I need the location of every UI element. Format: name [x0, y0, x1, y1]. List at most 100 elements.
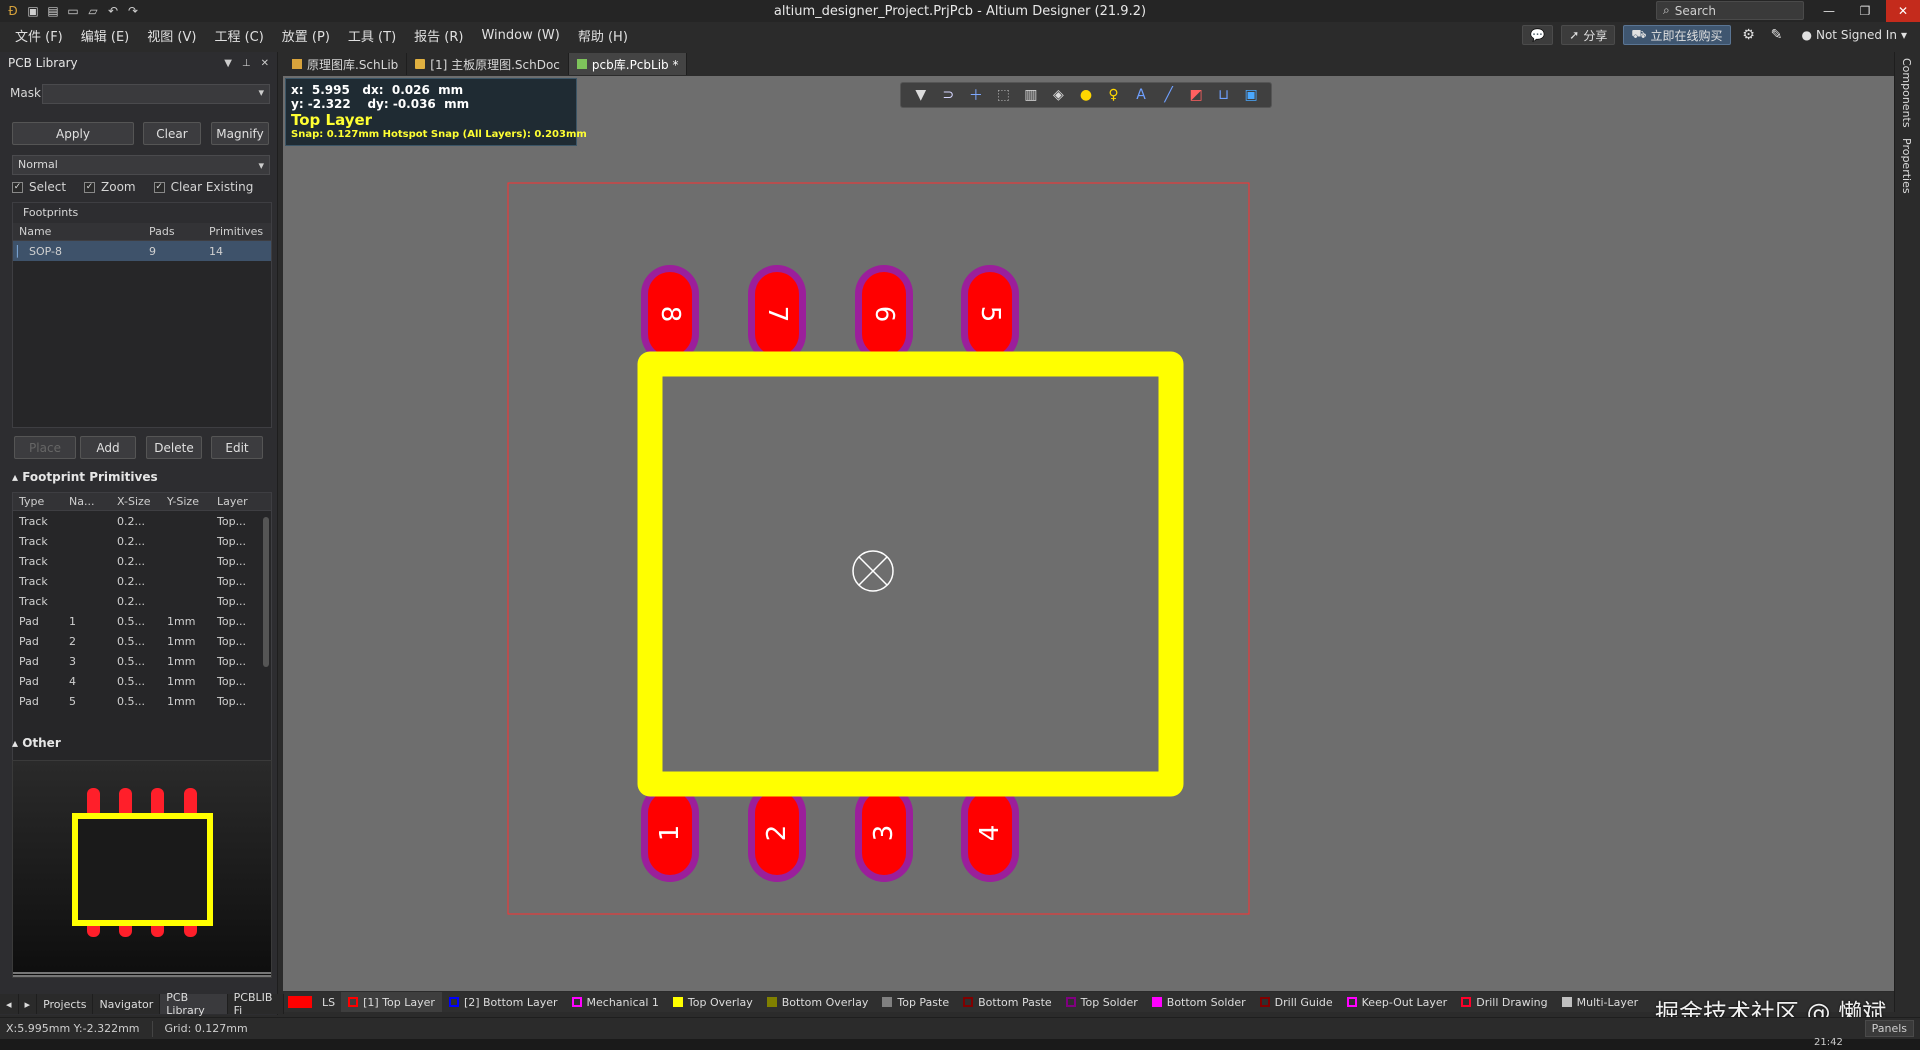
place-button[interactable]: Place — [14, 436, 76, 459]
layer-tab[interactable]: Bottom Overlay — [760, 992, 876, 1012]
panel-menu-icon[interactable]: ▼ — [224, 58, 232, 69]
route-icon[interactable]: ⊃ — [938, 85, 958, 105]
table-row[interactable]: Track 0.2... Top... — [13, 591, 271, 611]
minimize-button[interactable]: — — [1812, 0, 1846, 22]
save-icon[interactable]: ▣ — [26, 4, 40, 18]
menu-help[interactable]: 帮助 (H) — [569, 26, 637, 45]
via-icon[interactable]: ♀ — [1103, 85, 1123, 105]
menu-place[interactable]: 放置 (P) — [273, 26, 339, 45]
current-layer-swatch[interactable] — [288, 996, 312, 1008]
layer-tab[interactable]: Bottom Paste — [956, 992, 1059, 1012]
table-row[interactable]: Track 0.2... Top... — [13, 571, 271, 591]
pad-icon[interactable]: ● — [1076, 85, 1096, 105]
crosshair-icon[interactable]: ＋ — [966, 85, 986, 105]
layer-tab[interactable]: Mechanical 1 — [565, 992, 666, 1012]
table-row[interactable]: Pad 4 0.5... 1mm Top... — [13, 671, 271, 691]
menu-tools[interactable]: 工具 (T) — [339, 26, 405, 45]
search-box[interactable]: ⌕ Search — [1656, 1, 1804, 20]
pad-2[interactable]: 2 — [748, 784, 806, 882]
align-icon[interactable]: ▥ — [1021, 85, 1041, 105]
panel-tab-pcb-library[interactable]: PCB Library — [160, 991, 228, 1017]
table-row[interactable]: Pad 1 0.5... 1mm Top... — [13, 611, 271, 631]
share-button[interactable]: ➚ 分享 — [1561, 25, 1616, 45]
table-row[interactable]: Pad 3 0.5... 1mm Top... — [13, 651, 271, 671]
delete-button[interactable]: Delete — [146, 436, 202, 459]
panel-tab-pcblib-filter[interactable]: PCBLIB Fi — [228, 991, 284, 1017]
col-primitives[interactable]: Primitives — [203, 225, 271, 238]
clear-existing-checkbox[interactable]: ✓ Clear Existing — [153, 180, 253, 194]
layer-tab[interactable]: [2] Bottom Layer — [442, 992, 565, 1012]
text-icon[interactable]: A — [1131, 85, 1151, 105]
table-row[interactable]: Track 0.2... Top... — [13, 531, 271, 551]
redo-icon[interactable]: ↷ — [126, 4, 140, 18]
layer-tab[interactable]: Multi-Layer — [1555, 992, 1646, 1012]
properties-tab[interactable]: Properties — [1900, 138, 1913, 194]
edit-button[interactable]: Edit — [211, 436, 263, 459]
col-name[interactable]: Name — [13, 225, 143, 238]
pad-4[interactable]: 4 — [961, 784, 1019, 882]
layer-tab[interactable]: Bottom Solder — [1145, 992, 1253, 1012]
filter-icon[interactable]: ▼ — [911, 85, 931, 105]
keepout-icon[interactable]: ▣ — [1241, 85, 1261, 105]
filter-mode-select[interactable]: Normal — [12, 155, 270, 175]
layer-tab[interactable]: Drill Guide — [1253, 992, 1340, 1012]
pad-8[interactable]: 8 — [641, 265, 699, 363]
tab-pcblib[interactable]: pcb库.PcbLib * — [568, 53, 688, 75]
line-icon[interactable]: ╱ — [1159, 85, 1179, 105]
component-icon[interactable]: ◈ — [1048, 85, 1068, 105]
pin-icon[interactable]: ⊥ — [242, 58, 251, 69]
layer-tab[interactable]: [1] Top Layer — [341, 992, 442, 1012]
menu-reports[interactable]: 报告 (R) — [405, 26, 472, 45]
pad-3[interactable]: 3 — [855, 784, 913, 882]
save-all-icon[interactable]: ▤ — [46, 4, 60, 18]
other-header[interactable]: ▴ Other — [12, 736, 61, 750]
table-row[interactable]: Track 0.2... Top... — [13, 551, 271, 571]
open-icon[interactable]: ▭ — [66, 4, 80, 18]
layer-tab[interactable]: Keep-Out Layer — [1340, 992, 1455, 1012]
panels-button[interactable]: Panels — [1864, 1020, 1914, 1037]
mask-input[interactable] — [42, 84, 270, 104]
layer-tab[interactable]: Drill Drawing — [1454, 992, 1554, 1012]
menu-project[interactable]: 工程 (C) — [205, 26, 272, 45]
zoom-checkbox[interactable]: ✓ Zoom — [84, 180, 136, 194]
panel-tab-projects[interactable]: Projects — [37, 994, 94, 1014]
close-button[interactable]: ✕ — [1886, 0, 1920, 22]
user-account-button[interactable]: ● Not Signed In ▾ — [1795, 25, 1915, 45]
select-checkbox[interactable]: ✓ Select — [12, 180, 66, 194]
settings-gear-icon[interactable]: ⚙ — [1739, 25, 1759, 45]
add-button[interactable]: Add — [80, 436, 136, 459]
tab-schdoc[interactable]: [1] 主板原理图.SchDoc — [407, 53, 569, 75]
table-row[interactable]: Pad 2 0.5... 1mm Top... — [13, 631, 271, 651]
notifications-button[interactable]: 💬 — [1522, 25, 1554, 45]
table-row[interactable]: Pad 5 0.5... 1mm Top... — [13, 691, 271, 711]
tab-schlib[interactable]: 原理图库.SchLib — [284, 53, 408, 75]
apply-button[interactable]: Apply — [12, 122, 134, 145]
panel-close-icon[interactable]: ✕ — [261, 58, 269, 69]
tools-icon[interactable]: ✎ — [1767, 25, 1787, 45]
region-icon[interactable]: ◩ — [1186, 85, 1206, 105]
dimension-icon[interactable]: ⊔ — [1214, 85, 1234, 105]
table-row[interactable]: ▏ SOP-8 9 14 — [13, 241, 271, 261]
layer-tab[interactable]: Top Paste — [875, 992, 956, 1012]
undo-icon[interactable]: ↶ — [106, 4, 120, 18]
scrollbar[interactable] — [263, 517, 269, 667]
footprint-primitives-header[interactable]: ▴ Footprint Primitives — [12, 470, 158, 484]
menu-edit[interactable]: 编辑 (E) — [72, 26, 139, 45]
pad-5[interactable]: 5 — [961, 265, 1019, 363]
buy-online-button[interactable]: ⛟ 立即在线购买 — [1623, 25, 1731, 45]
col-pads[interactable]: Pads — [143, 225, 203, 238]
restore-button[interactable]: ❐ — [1848, 0, 1882, 22]
components-tab[interactable]: Components — [1900, 58, 1913, 128]
menu-file[interactable]: 文件 (F) — [6, 26, 72, 45]
panel-tab-navigator[interactable]: Navigator — [93, 994, 161, 1014]
panel-tab-next[interactable]: ▸ — [19, 994, 38, 1014]
pad-1[interactable]: 1 — [641, 784, 699, 882]
table-row[interactable]: Track 0.2... Top... — [13, 511, 271, 531]
magnify-button[interactable]: Magnify — [211, 122, 269, 145]
layer-tab[interactable]: Top Solder — [1059, 992, 1145, 1012]
menu-view[interactable]: 视图 (V) — [138, 26, 205, 45]
pad-6[interactable]: 6 — [855, 265, 913, 363]
pcb-editor-canvas[interactable]: 8 7 6 5 1 2 3 4 — [283, 76, 1894, 991]
menu-window[interactable]: Window (W) — [472, 28, 568, 43]
panel-tab-prev[interactable]: ◂ — [0, 994, 19, 1014]
